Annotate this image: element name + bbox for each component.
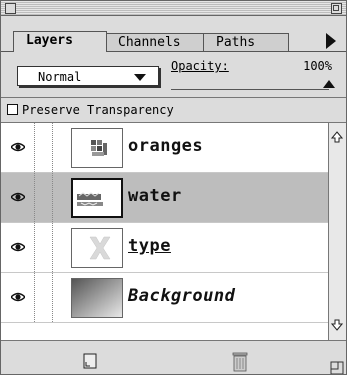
eye-icon[interactable] — [11, 142, 25, 152]
palette-tabs: Layers Channels Paths — [1, 25, 346, 52]
opacity-value[interactable]: 100% — [303, 59, 332, 73]
link-column[interactable] — [35, 273, 53, 322]
layer-row-type[interactable]: type — [1, 223, 328, 273]
layer-name[interactable]: oranges — [128, 136, 203, 156]
close-box-icon[interactable] — [5, 3, 16, 14]
trash-icon[interactable] — [231, 350, 249, 372]
checkbox-box[interactable] — [7, 104, 18, 115]
opacity-slider[interactable] — [171, 79, 335, 90]
palette-menu-arrow-icon[interactable] — [326, 33, 336, 49]
layer-list-scrollbar[interactable] — [328, 123, 346, 341]
preserve-transparency-label: Preserve Transparency — [22, 103, 174, 117]
layer-thumbnail-water — [71, 178, 123, 218]
eye-icon[interactable] — [11, 192, 25, 202]
tab-channels[interactable]: Channels — [105, 33, 205, 51]
layer-thumbnail-background — [71, 278, 123, 318]
opacity-slider-thumb[interactable] — [323, 80, 335, 88]
layer-name[interactable]: Background — [128, 286, 235, 306]
layers-palette: Layers Channels Paths Normal Opacity: 10… — [0, 0, 347, 375]
blend-mode-value: Normal — [38, 70, 82, 84]
tab-layers[interactable]: Layers — [13, 31, 107, 52]
resize-icon[interactable] — [330, 361, 344, 375]
layer-list: oranges water type Background — [1, 122, 346, 341]
eye-icon[interactable] — [11, 242, 25, 252]
layer-name[interactable]: type — [128, 236, 171, 256]
visibility-column[interactable] — [1, 273, 35, 322]
chevron-down-icon — [134, 74, 146, 81]
visibility-column[interactable] — [1, 223, 35, 272]
layer-row-water[interactable]: water — [1, 173, 328, 223]
visibility-column[interactable] — [1, 123, 35, 172]
link-column[interactable] — [35, 173, 53, 222]
opacity-label: Opacity: — [171, 59, 229, 73]
tab-paths[interactable]: Paths — [203, 33, 289, 51]
visibility-column[interactable] — [1, 173, 35, 222]
scroll-down-arrow-icon[interactable] — [331, 319, 343, 331]
layer-row-oranges[interactable]: oranges — [1, 123, 328, 173]
layer-name[interactable]: water — [128, 186, 182, 206]
palette-title-bar[interactable] — [1, 1, 346, 16]
scroll-up-arrow-icon[interactable] — [331, 131, 343, 143]
blend-mode-select[interactable]: Normal — [17, 66, 159, 86]
layer-thumbnail-oranges — [71, 128, 123, 168]
layer-thumbnail-type — [71, 228, 123, 268]
link-column[interactable] — [35, 223, 53, 272]
new-layer-icon[interactable] — [83, 353, 97, 369]
divider — [1, 97, 346, 98]
link-column[interactable] — [35, 123, 53, 172]
layer-row-background[interactable]: Background — [1, 273, 328, 323]
zoom-box-icon[interactable] — [331, 3, 342, 14]
preserve-transparency-checkbox[interactable]: Preserve Transparency — [7, 102, 174, 118]
eye-icon[interactable] — [11, 292, 25, 302]
palette-bottom-bar — [1, 340, 346, 375]
